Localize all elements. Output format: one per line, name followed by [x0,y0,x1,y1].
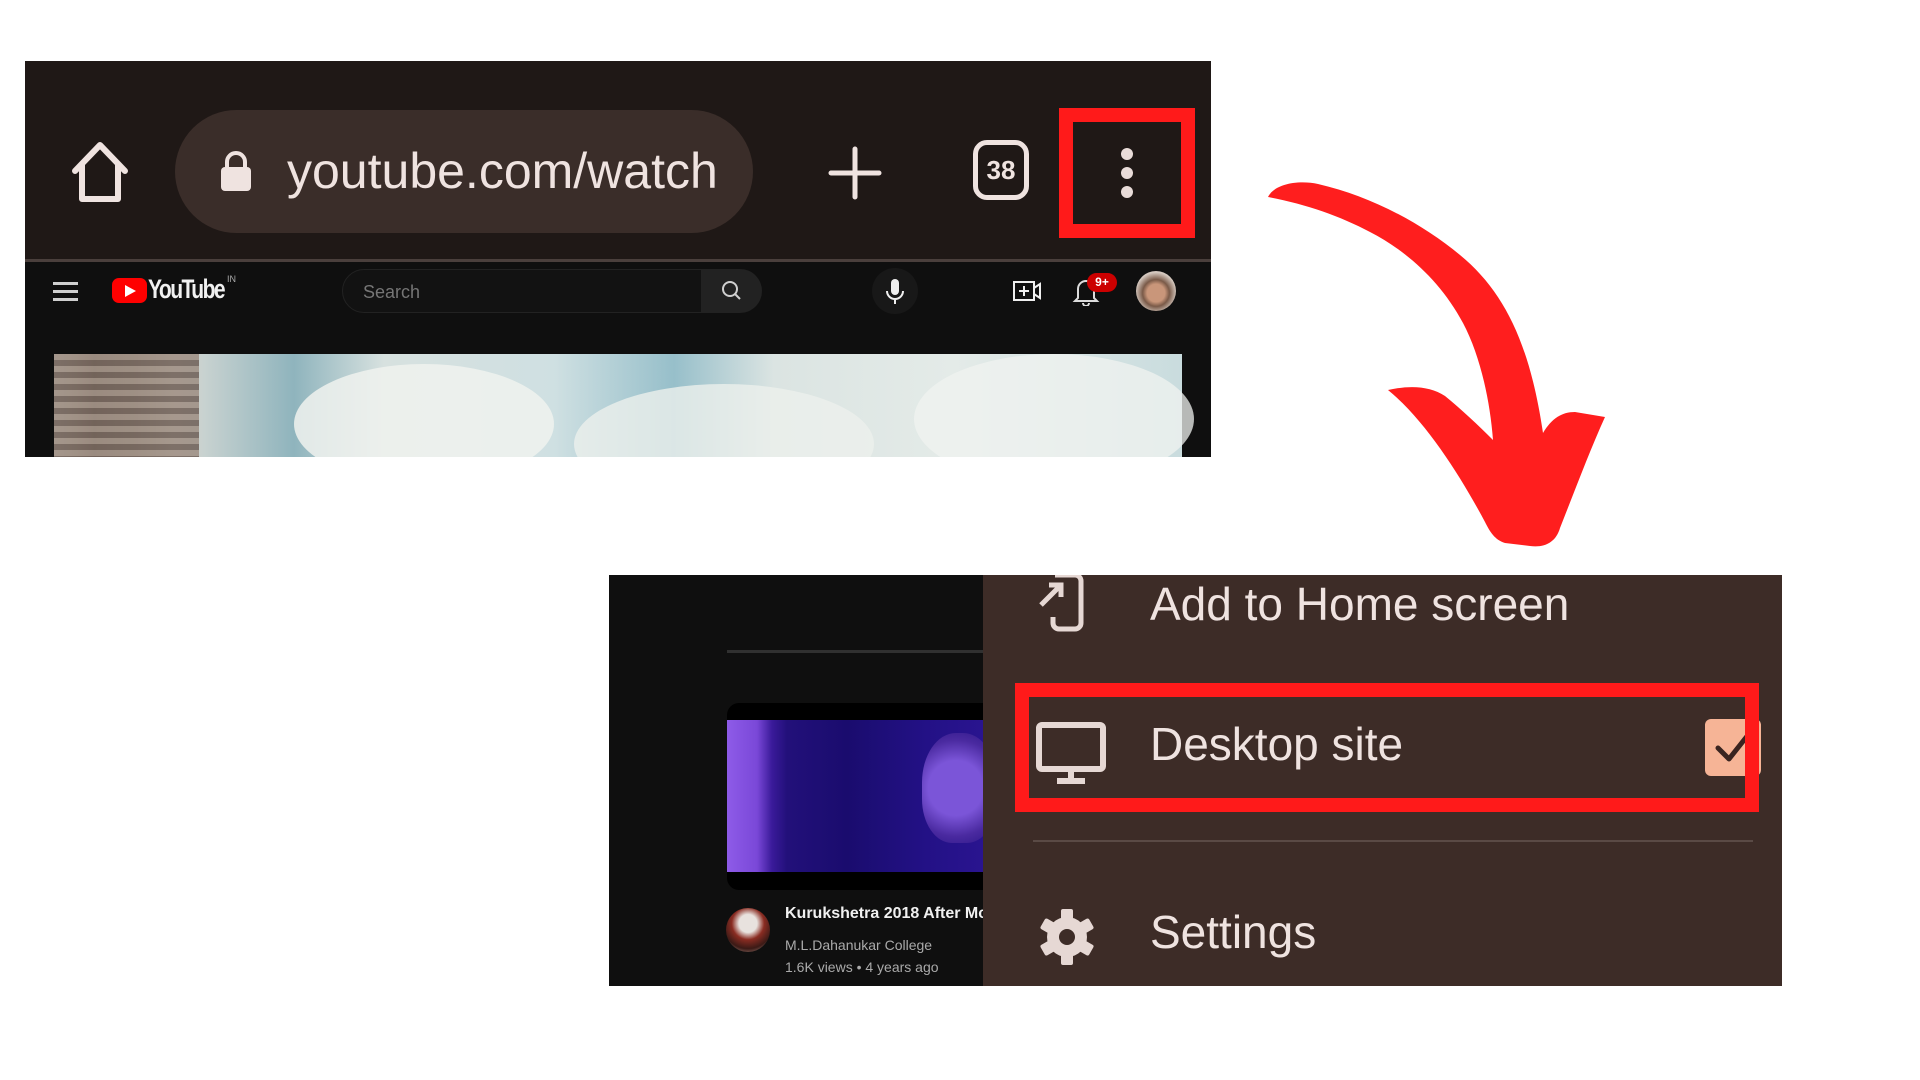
channel-name[interactable]: M.L.Dahanukar College [785,937,932,953]
section-divider [727,650,987,653]
arrow-shape [1268,182,1605,547]
menu-item-label: Add to Home screen [1150,578,1570,630]
desktop-site-checkbox[interactable] [1705,719,1761,776]
channel-avatar[interactable] [726,908,770,952]
gear-icon [1040,909,1094,965]
menu-button[interactable] [1059,108,1195,238]
region-code: IN [227,274,236,284]
video-title[interactable]: Kurukshetra 2018 After Mc [785,905,987,923]
settings-item[interactable]: Settings [983,875,1782,985]
youtube-logo-text[interactable]: YouTube [148,274,226,305]
create-video-button[interactable] [1012,278,1042,304]
video-meta: 1.6K views • 4 years ago [785,959,939,975]
monitor-icon [1036,722,1106,784]
browser-toolbar: youtube.com/watch 38 [25,61,1211,259]
more-vert-icon-dot [1121,186,1133,198]
desktop-site-item[interactable]: Desktop site [983,683,1782,793]
video-frame-building [54,354,199,457]
lock-icon [219,150,253,192]
video-frame-cloud [914,354,1194,457]
hamburger-menu-icon[interactable] [53,282,79,302]
browser-screenshot-top: youtube.com/watch 38 YouTube IN Search 9… [25,61,1211,457]
video-thumbnail[interactable] [727,703,997,890]
add-to-home-screen-item[interactable]: Add to Home screen [983,575,1782,653]
menu-divider [1033,840,1753,842]
video-frame-cloud [574,384,874,457]
menu-item-label: Settings [1150,906,1317,958]
youtube-logo-icon[interactable] [112,278,147,303]
browser-overflow-menu: Add to Home screen Desktop site Settings [983,575,1782,986]
search-icon [722,281,741,300]
voice-search-button[interactable] [872,268,918,314]
home-button[interactable] [69,139,131,205]
video-player[interactable] [54,354,1194,457]
curved-arrow-icon [1268,182,1605,547]
notification-badge: 9+ [1087,273,1117,292]
search-box[interactable] [342,269,702,314]
browser-screenshot-bottom: Kurukshetra 2018 After Mc M.L.Dahanukar … [609,575,1782,986]
address-bar[interactable]: youtube.com/watch [175,110,753,233]
new-tab-button[interactable] [825,143,885,203]
url-text: youtube.com/watch [287,143,718,199]
checkmark-icon [1715,732,1751,762]
video-frame-cloud [294,364,554,457]
home-icon [72,142,128,202]
video-create-icon [1013,281,1041,301]
microphone-icon [886,279,904,304]
user-avatar[interactable] [1136,271,1176,311]
tab-switcher-button[interactable]: 38 [973,140,1029,200]
search-button[interactable] [702,269,762,313]
youtube-header: YouTube IN 9+ [25,262,1211,352]
menu-item-label: Desktop site [1150,718,1404,770]
more-vert-icon-dot [1121,148,1133,160]
search-input[interactable] [361,270,695,314]
add-to-home-icon [1039,575,1084,632]
plus-icon [828,146,882,200]
more-vert-icon-dot [1121,167,1133,179]
